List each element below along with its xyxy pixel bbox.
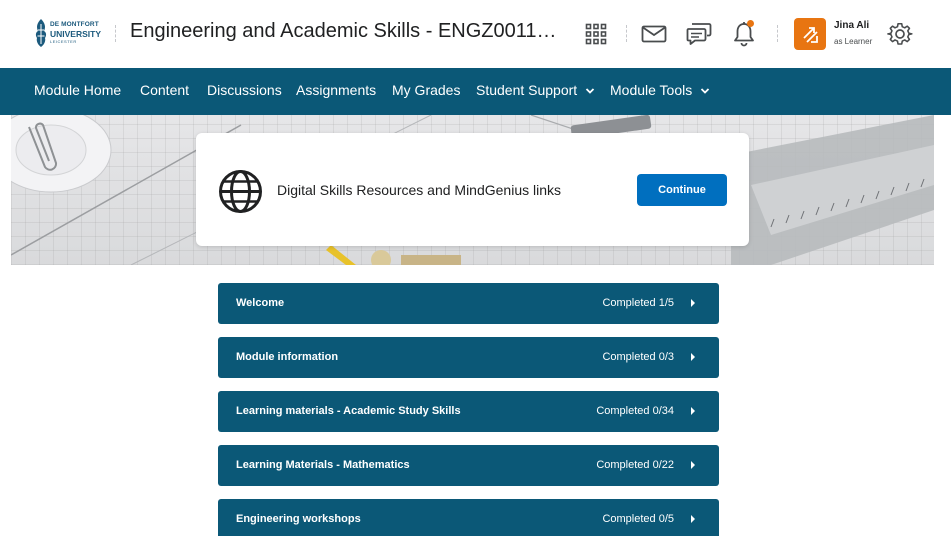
nav-content[interactable]: Content bbox=[140, 82, 189, 98]
chevron-down-icon bbox=[585, 88, 595, 95]
nav-label: Module Tools bbox=[610, 82, 693, 98]
nav-label: Discussions bbox=[207, 82, 282, 98]
logo-line-1: DE MONTFORT bbox=[50, 21, 99, 28]
nav-label: My Grades bbox=[392, 82, 461, 98]
module-row-module-information[interactable]: Module information Completed 0/3 bbox=[218, 337, 719, 378]
nav-label: Assignments bbox=[296, 82, 377, 98]
logo-line-3: LEICESTER bbox=[50, 39, 77, 44]
switch-role-icon bbox=[803, 27, 818, 43]
module-title: Module information bbox=[236, 351, 339, 363]
nav-module-tools[interactable]: Module Tools bbox=[610, 82, 710, 98]
chevron-right-icon bbox=[691, 515, 695, 523]
chevron-right-icon bbox=[691, 353, 695, 361]
course-title[interactable]: Engineering and Academic Skills - ENGZ00… bbox=[130, 20, 560, 43]
nav-label: Module Home bbox=[34, 82, 122, 98]
logo-emblem-icon bbox=[35, 19, 47, 47]
module-row-mathematics[interactable]: Learning Materials - Mathematics Complet… bbox=[218, 445, 719, 486]
header-divider bbox=[777, 25, 778, 42]
grid-icon[interactable] bbox=[581, 19, 611, 49]
nav-label: Student Support bbox=[476, 82, 578, 98]
module-row-engineering-workshops[interactable]: Engineering workshops Completed 0/5 bbox=[218, 499, 719, 536]
user-name[interactable]: Jina Ali bbox=[834, 20, 869, 31]
university-logo[interactable]: DE MONTFORT UNIVERSITY LEICESTER bbox=[33, 18, 103, 48]
module-title: Welcome bbox=[236, 297, 285, 309]
module-title: Learning materials - Academic Study Skil… bbox=[236, 405, 461, 417]
notification-dot bbox=[747, 20, 754, 27]
top-header: DE MONTFORT UNIVERSITY LEICESTER Enginee… bbox=[0, 0, 951, 68]
module-completion-status: Completed 1/5 bbox=[602, 297, 674, 309]
announcement-card: Digital Skills Resources and MindGenius … bbox=[196, 133, 749, 246]
gear-icon[interactable] bbox=[885, 19, 915, 49]
module-completion-status: Completed 0/34 bbox=[596, 405, 674, 417]
module-row-academic-study-skills[interactable]: Learning materials - Academic Study Skil… bbox=[218, 391, 719, 432]
chevron-right-icon bbox=[691, 461, 695, 469]
bell-icon[interactable] bbox=[729, 19, 759, 49]
mail-icon[interactable] bbox=[639, 19, 669, 49]
globe-icon bbox=[219, 170, 262, 213]
user-avatar[interactable] bbox=[794, 18, 826, 50]
module-completion-status: Completed 0/22 bbox=[596, 459, 674, 471]
module-title: Learning Materials - Mathematics bbox=[236, 459, 410, 471]
header-divider bbox=[626, 25, 627, 42]
module-row-welcome[interactable]: Welcome Completed 1/5 bbox=[218, 283, 719, 324]
continue-button[interactable]: Continue bbox=[637, 174, 727, 206]
header-divider bbox=[115, 25, 116, 42]
user-role: as Learner bbox=[834, 37, 873, 46]
chat-icon[interactable] bbox=[684, 19, 714, 49]
module-navbar: Module Home Content Discussions Assignme… bbox=[0, 68, 951, 115]
module-completion-status: Completed 0/3 bbox=[602, 351, 674, 363]
nav-my-grades[interactable]: My Grades bbox=[392, 82, 460, 98]
nav-discussions[interactable]: Discussions bbox=[207, 82, 282, 98]
module-title: Engineering workshops bbox=[236, 513, 361, 525]
nav-student-support[interactable]: Student Support bbox=[476, 82, 595, 98]
module-completion-status: Completed 0/5 bbox=[602, 513, 674, 525]
chevron-right-icon bbox=[691, 299, 695, 307]
nav-label: Content bbox=[140, 82, 190, 98]
chevron-right-icon bbox=[691, 407, 695, 415]
announcement-text: Digital Skills Resources and MindGenius … bbox=[277, 182, 562, 198]
chevron-down-icon bbox=[701, 88, 710, 95]
nav-module-home[interactable]: Module Home bbox=[34, 82, 121, 98]
logo-line-2: UNIVERSITY bbox=[50, 28, 102, 39]
nav-assignments[interactable]: Assignments bbox=[296, 82, 376, 98]
